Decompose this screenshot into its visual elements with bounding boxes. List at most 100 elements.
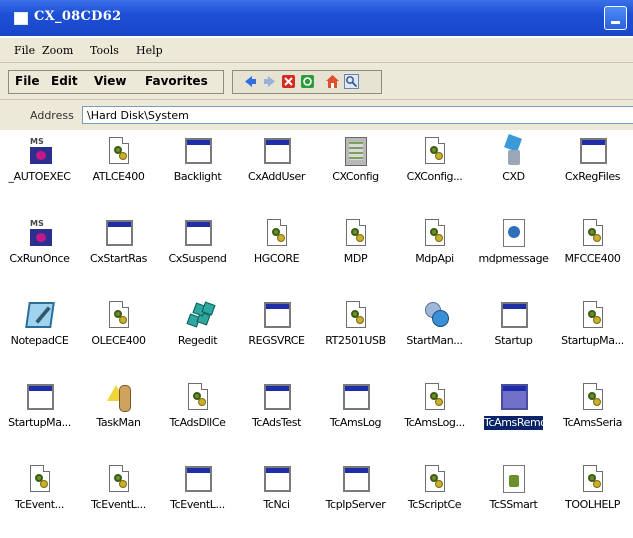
smart-icon xyxy=(498,464,530,496)
back-button[interactable] xyxy=(243,74,258,89)
file-item[interactable]: TOOLHELP xyxy=(553,458,632,534)
config-icon xyxy=(340,136,372,168)
file-item[interactable]: StartupMa... xyxy=(0,376,79,452)
file-label: RT2501USB xyxy=(325,334,386,347)
file-label: CxSuspend xyxy=(168,252,227,265)
search-icon xyxy=(344,74,359,89)
file-item[interactable]: Backlight xyxy=(158,130,237,206)
file-item[interactable]: CxSuspend xyxy=(158,212,237,288)
file-label: StartupMa... xyxy=(561,334,624,347)
title-bar[interactable]: CX_08CD62 xyxy=(0,0,633,36)
msdos-icon: MS xyxy=(24,218,56,250)
file-label: OLECE400 xyxy=(91,334,146,347)
file-item[interactable]: CXConfig... xyxy=(395,130,474,206)
minimize-icon xyxy=(611,21,620,24)
gear-file-icon xyxy=(577,464,609,496)
explorer-menu: File Edit View Favorites xyxy=(8,70,224,94)
search-button[interactable] xyxy=(344,74,359,89)
file-item[interactable]: mdpmessage xyxy=(474,212,553,288)
menu-zoom[interactable]: Zoom xyxy=(42,44,73,57)
file-item[interactable]: TaskMan xyxy=(79,376,158,452)
recycle-icon xyxy=(498,134,530,168)
file-item[interactable]: ATLCE400 xyxy=(79,130,158,206)
gear-file-icon xyxy=(577,300,609,332)
file-label: _AUTOEXEC xyxy=(8,170,71,183)
application-icon xyxy=(340,464,372,496)
forward-arrow-icon xyxy=(264,76,275,87)
menu-help[interactable]: Help xyxy=(136,44,163,57)
file-item[interactable]: OLECE400 xyxy=(79,294,158,370)
menu-file[interactable]: File xyxy=(14,44,35,57)
gear-file-icon xyxy=(419,382,451,414)
file-item[interactable]: CxAddUser xyxy=(237,130,316,206)
explorer-menu-view[interactable]: View xyxy=(94,74,126,88)
file-label: CxAddUser xyxy=(248,170,305,183)
regedit-icon xyxy=(182,300,216,332)
file-label: CXD xyxy=(502,170,525,183)
file-item[interactable]: TcEvent... xyxy=(0,458,79,534)
file-item[interactable]: MS CxRunOnce xyxy=(0,212,79,288)
file-label: TcNci xyxy=(263,498,290,511)
file-item[interactable]: CxStartRas xyxy=(79,212,158,288)
file-item[interactable]: NotepadCE xyxy=(0,294,79,370)
file-label: TcAmsSeria xyxy=(563,416,622,429)
message-icon xyxy=(498,218,530,250)
file-item[interactable]: TcEventL... xyxy=(79,458,158,534)
file-item[interactable]: MS _AUTOEXEC xyxy=(0,130,79,206)
file-item[interactable]: MFCCE400 xyxy=(553,212,632,288)
file-item[interactable]: TcpIpServer xyxy=(316,458,395,534)
file-item[interactable]: TcEventL... xyxy=(158,458,237,534)
forward-button[interactable] xyxy=(262,74,277,89)
explorer-menu-edit[interactable]: Edit xyxy=(51,74,78,88)
gear-file-icon xyxy=(419,218,451,250)
address-input[interactable]: \Hard Disk\System xyxy=(82,106,633,124)
home-icon xyxy=(326,75,339,88)
stop-button[interactable] xyxy=(281,74,296,89)
file-label: TaskMan xyxy=(96,416,141,429)
file-item[interactable]: MDP xyxy=(316,212,395,288)
file-item[interactable]: TcAdsDllCe xyxy=(158,376,237,452)
refresh-button[interactable] xyxy=(300,74,315,89)
file-item[interactable]: TcAmsLog... xyxy=(395,376,474,452)
address-bar: Address \Hard Disk\System xyxy=(0,100,633,131)
back-arrow-icon xyxy=(245,76,256,87)
notepad-icon xyxy=(24,300,56,332)
file-item[interactable]: TcAmsLog xyxy=(316,376,395,452)
file-item[interactable]: TcAdsTest xyxy=(237,376,316,452)
file-label: TcEventL... xyxy=(170,498,225,511)
file-item[interactable]: TcSSmart xyxy=(474,458,553,534)
explorer-menu-file[interactable]: File xyxy=(15,74,40,88)
file-item[interactable]: TcScriptCe xyxy=(395,458,474,534)
file-item[interactable]: TcAmsRemoteMgr xyxy=(474,376,577,452)
explorer-menu-favorites[interactable]: Favorites xyxy=(145,74,208,88)
file-label: TcAmsLog... xyxy=(404,416,465,429)
application-icon xyxy=(182,136,214,168)
file-item[interactable]: StartupMa... xyxy=(553,294,632,370)
file-item[interactable]: HGCORE xyxy=(237,212,316,288)
file-label: Startup xyxy=(494,334,533,347)
file-label: Backlight xyxy=(173,170,222,183)
menu-tools[interactable]: Tools xyxy=(90,44,119,57)
file-item[interactable]: REGSVRCE xyxy=(237,294,316,370)
file-label: TcpIpServer xyxy=(325,498,386,511)
gear-file-icon xyxy=(419,136,451,168)
file-label: TcEvent... xyxy=(15,498,64,511)
application-icon xyxy=(261,136,293,168)
home-button[interactable] xyxy=(325,74,340,89)
startman-icon xyxy=(419,300,451,332)
file-item[interactable]: StartMan... xyxy=(395,294,474,370)
file-item[interactable]: CXConfig xyxy=(316,130,395,206)
file-item[interactable]: TcNci xyxy=(237,458,316,534)
file-label: MdpApi xyxy=(415,252,454,265)
minimize-button[interactable] xyxy=(604,6,627,30)
file-item[interactable]: Startup xyxy=(474,294,553,370)
menu-bar: File Zoom Tools Help xyxy=(0,38,633,63)
msdos-icon: MS xyxy=(24,136,56,168)
file-item[interactable]: Regedit xyxy=(158,294,237,370)
file-item[interactable]: RT2501USB xyxy=(316,294,395,370)
file-item[interactable]: CXD xyxy=(474,130,553,206)
gear-file-icon xyxy=(577,382,609,414)
file-item[interactable]: TcAmsSeria xyxy=(553,376,632,452)
file-item[interactable]: MdpApi xyxy=(395,212,474,288)
file-item[interactable]: CxRegFiles xyxy=(553,130,632,206)
